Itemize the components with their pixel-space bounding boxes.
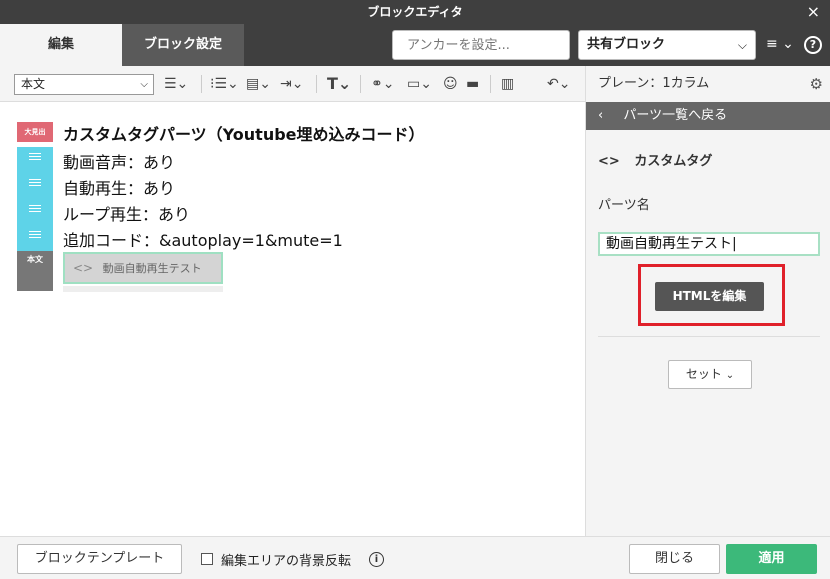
format-toolbar: 本文 ⌵ ☰⌄ ⁝☰⌄ ▤⌄ ⇥⌄ T⌄ ⚭⌄ ▭⌄ ☺ ▬ ▥ ↶⌄: [0, 66, 585, 102]
chevron-down-icon: ⌄: [725, 370, 735, 381]
editor-header: 編集 ブロック設定 共有ブロック ⌵ ≡ ⌄ ?: [0, 24, 830, 66]
help-icon[interactable]: ?: [804, 36, 822, 54]
part-name-label: パーツ名: [598, 198, 650, 213]
shared-block-select-label: 共有ブロック: [587, 37, 666, 52]
split-column-icon[interactable]: ▥: [501, 74, 514, 94]
paragraph-line-icon: [29, 153, 41, 163]
custom-tag-part-shadow: [63, 286, 223, 292]
edit-html-button[interactable]: HTMLを編集: [655, 282, 764, 311]
info-icon[interactable]: i: [369, 552, 384, 567]
set-button-label: セット: [685, 367, 722, 381]
align-left-icon[interactable]: ☰⌄: [164, 74, 188, 94]
close-button[interactable]: 閉じる: [629, 544, 720, 574]
block-template-button[interactable]: ブロックテンプレート: [17, 544, 182, 574]
panel-header: プレーン：1カラム ⚙: [586, 66, 830, 102]
paragraph-style-select[interactable]: 本文 ⌵: [14, 74, 154, 95]
indent-icon[interactable]: ⇥⌄: [280, 74, 303, 94]
window-titlebar: ブロックエディタ ×: [0, 0, 830, 24]
shared-block-select[interactable]: 共有ブロック ⌵: [578, 30, 756, 60]
chevron-down-icon: ⌵: [737, 38, 747, 52]
invert-bg-label: 編集エリアの背景反転: [221, 554, 352, 569]
block-heading[interactable]: カスタムタグパーツ（Youtube埋め込みコード）: [63, 121, 425, 145]
part-name-value: 動画自動再生テスト: [606, 236, 732, 252]
settings-panel: プレーン：1カラム ⚙ ‹ パーツ一覧へ戻る <> カスタムタグ パーツ名 動画…: [585, 66, 830, 536]
tab-edit[interactable]: 編集: [0, 24, 122, 66]
custom-tag-part[interactable]: <> 動画自動再生テスト: [63, 252, 223, 284]
custom-tag-title-label: カスタムタグ: [634, 154, 713, 169]
toolbar-divider: [490, 75, 491, 93]
custom-tag-title: <> カスタムタグ: [598, 150, 712, 169]
custom-tag-part-label: 動画自動再生テスト: [102, 262, 202, 275]
gear-icon[interactable]: ⚙: [810, 66, 823, 102]
back-to-parts-button[interactable]: ‹ パーツ一覧へ戻る: [586, 102, 830, 130]
undo-icon[interactable]: ↶⌄: [547, 74, 570, 94]
body-text-line[interactable]: ループ再生：あり: [63, 201, 190, 225]
image-icon[interactable]: ▭⌄: [407, 74, 432, 94]
part-name-input[interactable]: 動画自動再生テスト|: [598, 232, 820, 256]
toolbar-divider: [360, 75, 361, 93]
horizontal-rule-icon[interactable]: ▬: [466, 74, 479, 94]
layout-label: プレーン：1カラム: [598, 76, 710, 91]
back-label: パーツ一覧へ戻る: [623, 108, 728, 123]
paragraph-style-label: 本文: [21, 77, 46, 91]
window-title: ブロックエディタ: [367, 5, 463, 19]
invert-bg-checkbox[interactable]: [201, 553, 213, 565]
editing-area[interactable]: 大見出 カスタムタグパーツ（Youtube埋め込みコード） 動画音声：あり 自動…: [0, 102, 585, 536]
chevron-down-icon: ⌵: [140, 79, 148, 90]
paragraph-block-tag[interactable]: [17, 147, 53, 251]
text-style-icon[interactable]: T⌄: [327, 74, 351, 94]
body-text-line[interactable]: 自動再生：あり: [63, 175, 175, 199]
close-icon[interactable]: ×: [807, 0, 820, 24]
code-icon: <>: [73, 261, 94, 275]
emoji-icon[interactable]: ☺: [443, 74, 458, 94]
paragraph-line-icon: [29, 179, 41, 189]
panel-divider: [598, 336, 820, 337]
heading-block-tag[interactable]: 大見出: [17, 122, 53, 142]
tab-block-settings[interactable]: ブロック設定: [122, 24, 244, 66]
toolbar-divider: [316, 75, 317, 93]
paragraph-line-icon: [29, 205, 41, 215]
block-icon[interactable]: ▤⌄: [246, 74, 271, 94]
code-icon: <>: [598, 154, 620, 169]
menu-icon[interactable]: ≡ ⌄: [766, 36, 794, 52]
anchor-input[interactable]: [392, 30, 570, 60]
body-text-line[interactable]: 追加コード：&autoplay=1&mute=1: [63, 227, 343, 251]
set-button[interactable]: セット ⌄: [668, 360, 752, 389]
paragraph-line-icon: [29, 231, 41, 241]
chevron-left-icon: ‹: [598, 108, 604, 123]
link-icon[interactable]: ⚭⌄: [371, 74, 394, 94]
body-block-tag[interactable]: 本文: [17, 251, 53, 291]
toolbar-divider: [201, 75, 202, 93]
list-icon[interactable]: ⁝☰⌄: [210, 74, 239, 94]
apply-button[interactable]: 適用: [726, 544, 817, 574]
editor-footer: ブロックテンプレート 編集エリアの背景反転 i 閉じる 適用: [0, 536, 830, 579]
body-text-line[interactable]: 動画音声：あり: [63, 149, 175, 173]
